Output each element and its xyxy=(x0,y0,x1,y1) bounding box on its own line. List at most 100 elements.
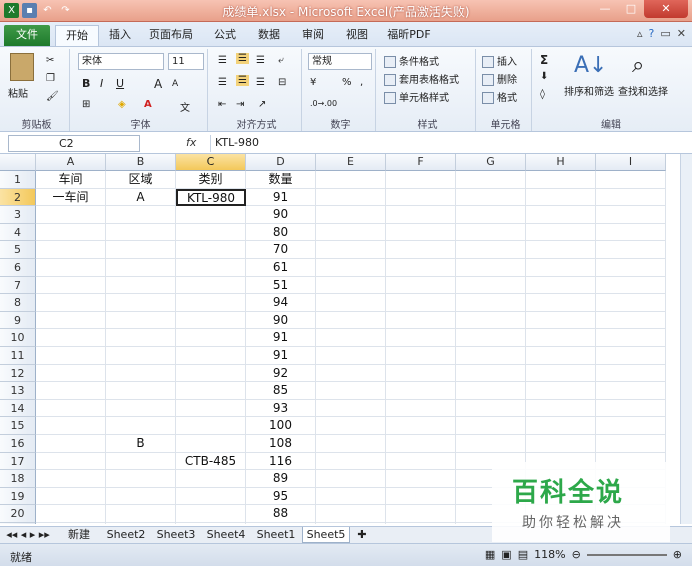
table-cell[interactable] xyxy=(386,311,456,330)
table-cell[interactable] xyxy=(176,223,246,242)
normal-view-icon[interactable]: ▦ xyxy=(485,548,495,561)
table-cell[interactable] xyxy=(316,311,386,330)
row-header[interactable]: 4 xyxy=(0,223,36,242)
merge-center-icon[interactable]: ⊟ xyxy=(278,77,286,88)
table-cell[interactable] xyxy=(456,329,526,347)
row-header[interactable]: 20 xyxy=(0,505,36,523)
table-cell[interactable] xyxy=(596,171,666,189)
table-cell[interactable] xyxy=(386,470,456,488)
table-cell[interactable] xyxy=(526,311,596,330)
table-cell[interactable] xyxy=(456,311,526,330)
table-cell[interactable] xyxy=(596,294,666,312)
table-cell[interactable]: 116 xyxy=(246,452,316,471)
wrap-text-icon[interactable]: ⤶ xyxy=(278,55,284,66)
table-cell[interactable] xyxy=(176,417,246,435)
table-cell[interactable] xyxy=(456,435,526,453)
table-cell[interactable] xyxy=(106,487,176,506)
table-cell[interactable] xyxy=(176,399,246,418)
table-cell[interactable] xyxy=(316,470,386,488)
table-cell[interactable] xyxy=(386,364,456,383)
row-header[interactable]: 15 xyxy=(0,417,36,435)
table-cell[interactable] xyxy=(176,241,246,259)
table-cell[interactable] xyxy=(36,452,106,471)
table-cell[interactable]: 90 xyxy=(246,311,316,330)
table-cell[interactable]: 一车间 xyxy=(36,188,106,207)
table-cell[interactable] xyxy=(176,259,246,277)
table-cell[interactable]: 51 xyxy=(246,276,316,295)
table-cell[interactable] xyxy=(106,505,176,523)
table-cell[interactable] xyxy=(316,487,386,506)
table-cell[interactable] xyxy=(36,276,106,295)
table-cell[interactable] xyxy=(596,417,666,435)
table-cell[interactable] xyxy=(176,347,246,365)
table-cell[interactable] xyxy=(456,382,526,400)
table-cell[interactable] xyxy=(596,223,666,242)
table-cell[interactable] xyxy=(456,417,526,435)
table-cell[interactable] xyxy=(526,171,596,189)
table-cell[interactable] xyxy=(316,223,386,242)
table-cell[interactable] xyxy=(456,241,526,259)
zoom-out-icon[interactable]: ⊖ xyxy=(572,548,581,561)
table-cell[interactable] xyxy=(596,399,666,418)
new-sheet-icon[interactable]: ✚ xyxy=(352,527,372,543)
table-cell[interactable] xyxy=(386,259,456,277)
table-cell[interactable] xyxy=(106,470,176,488)
fill-color-icon[interactable]: ◈ xyxy=(118,99,126,110)
table-cell[interactable] xyxy=(36,487,106,506)
tab-review[interactable]: 审阅 xyxy=(294,25,332,46)
align-bottom-icon[interactable]: ☰ xyxy=(256,55,265,66)
table-cell[interactable] xyxy=(316,188,386,207)
table-cell[interactable] xyxy=(106,311,176,330)
table-cell[interactable]: 80 xyxy=(246,223,316,242)
sheet-tab[interactable]: Sheet4 xyxy=(202,527,250,543)
table-cell[interactable] xyxy=(36,259,106,277)
table-cell[interactable]: 91 xyxy=(246,329,316,347)
table-cell[interactable] xyxy=(526,241,596,259)
table-cell[interactable] xyxy=(386,505,456,523)
table-cell[interactable] xyxy=(176,276,246,295)
table-cell[interactable] xyxy=(386,223,456,242)
row-header[interactable]: 21 xyxy=(0,523,36,524)
table-cell[interactable]: 70 xyxy=(246,241,316,259)
table-cell[interactable] xyxy=(316,276,386,295)
table-cell[interactable] xyxy=(36,435,106,453)
table-cell[interactable] xyxy=(456,188,526,207)
bold-button[interactable]: B xyxy=(82,77,90,90)
font-name-combo[interactable]: 宋体 xyxy=(78,53,164,70)
select-all-corner[interactable] xyxy=(0,154,36,171)
table-cell[interactable]: 89 xyxy=(246,470,316,488)
table-cell[interactable] xyxy=(316,382,386,400)
increase-decimal-icon[interactable]: .0→.00 xyxy=(310,99,337,108)
percent-button[interactable]: % xyxy=(342,77,352,88)
table-cell[interactable] xyxy=(316,294,386,312)
table-cell[interactable] xyxy=(526,399,596,418)
table-cell[interactable] xyxy=(386,276,456,295)
table-cell[interactable] xyxy=(106,223,176,242)
table-cell[interactable] xyxy=(176,382,246,400)
autosum-button[interactable]: Σ xyxy=(540,53,548,67)
row-header[interactable]: 8 xyxy=(0,294,36,312)
row-header[interactable]: 19 xyxy=(0,487,36,506)
align-left-icon[interactable]: ☰ xyxy=(218,77,227,88)
conditional-format-button[interactable]: 条件格式 xyxy=(384,53,439,68)
active-cell[interactable]: KTL-980 xyxy=(176,188,246,207)
window-close-icon[interactable]: ✕ xyxy=(677,27,686,40)
minimize-button[interactable]: — xyxy=(592,0,618,18)
table-cell[interactable] xyxy=(316,364,386,383)
table-cell[interactable] xyxy=(596,382,666,400)
table-cell[interactable] xyxy=(106,329,176,347)
tab-formulas[interactable]: 公式 xyxy=(206,25,244,46)
table-cell[interactable]: 区域 xyxy=(106,171,176,189)
table-cell[interactable] xyxy=(386,417,456,435)
table-cell[interactable] xyxy=(596,347,666,365)
table-cell[interactable] xyxy=(596,435,666,453)
page-layout-view-icon[interactable]: ▣ xyxy=(501,548,511,561)
format-cells-button[interactable]: 格式 xyxy=(482,89,517,104)
table-cell[interactable] xyxy=(526,364,596,383)
table-cell[interactable] xyxy=(526,382,596,400)
vertical-scrollbar[interactable] xyxy=(680,154,692,524)
table-cell[interactable] xyxy=(176,505,246,523)
table-cell[interactable] xyxy=(316,259,386,277)
table-cell[interactable]: 92 xyxy=(246,364,316,383)
table-cell[interactable] xyxy=(316,206,386,224)
